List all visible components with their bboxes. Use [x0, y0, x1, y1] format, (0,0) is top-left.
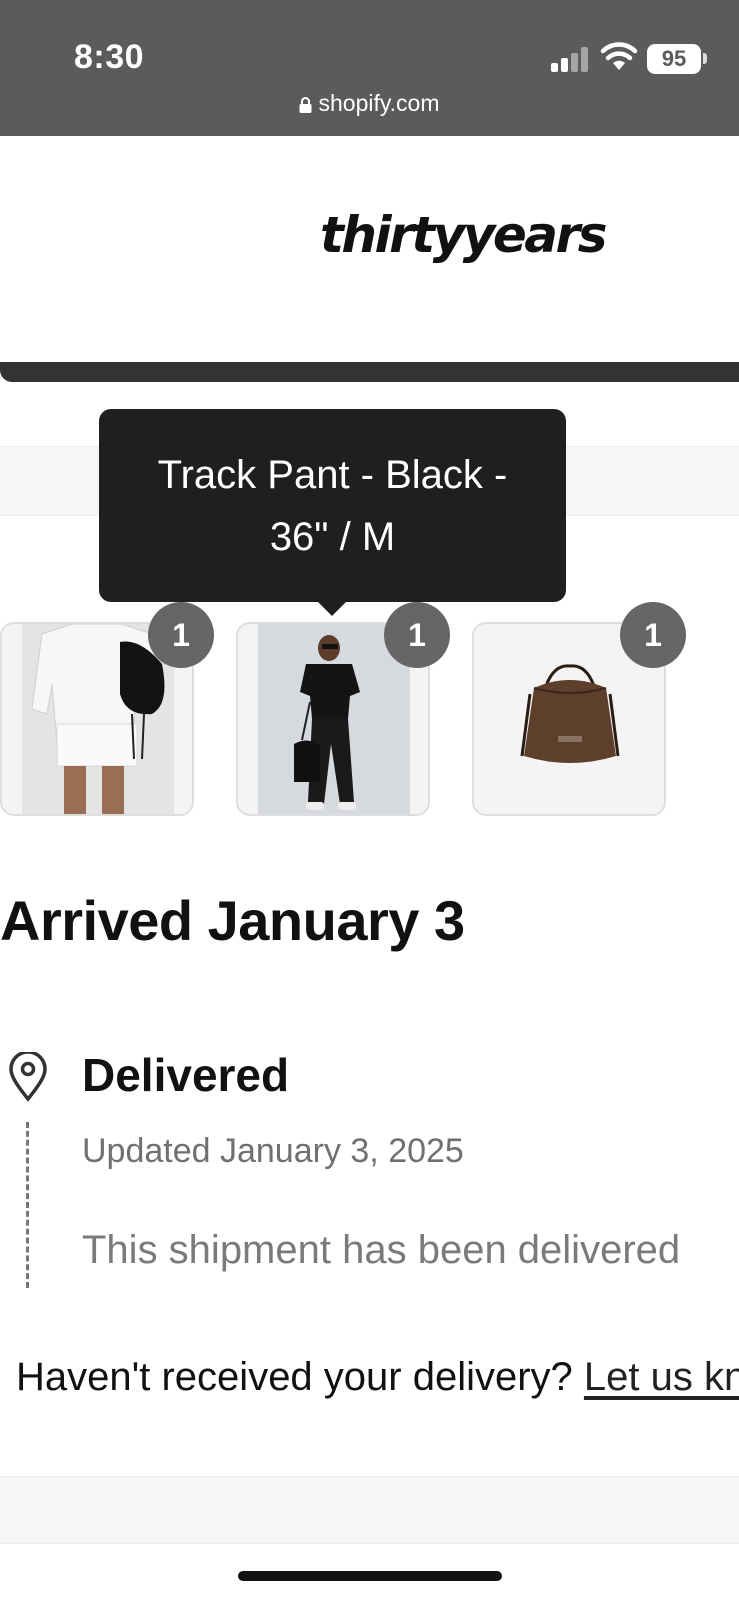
arrival-heading: Arrived January 3 [0, 889, 465, 952]
quantity-badge-2: 1 [384, 602, 450, 668]
location-pin-icon [9, 1052, 47, 1102]
help-row: Haven't received your delivery? Let us k… [16, 1355, 739, 1400]
tooltip-arrow [316, 600, 348, 616]
header-divider [0, 362, 739, 382]
timeline-dashed-line [26, 1122, 29, 1288]
status-bar: 8:30 95 shopify.com [0, 0, 739, 136]
status-message: This shipment has been delivered [82, 1228, 681, 1272]
url-bar[interactable]: shopify.com [0, 90, 739, 117]
help-prompt: Haven't received your delivery? [16, 1355, 573, 1399]
cellular-signal-icon [551, 46, 591, 72]
tooltip-line-1: Track Pant - Black - [157, 453, 508, 497]
battery-icon: 95 [647, 44, 701, 74]
lock-icon [299, 97, 312, 113]
brand-logo[interactable]: thirtyyears [320, 206, 607, 264]
quantity-badge-3: 1 [620, 602, 686, 668]
quantity-badge-1: 1 [148, 602, 214, 668]
battery-nub [703, 53, 707, 64]
product-tooltip: Track Pant - Black - 36" / M [99, 409, 566, 602]
wifi-icon [600, 42, 638, 70]
page: 8:30 95 shopify.com thirtyyears 1 1 1 Tr… [0, 0, 739, 1600]
footer-band [0, 1476, 739, 1544]
battery-level: 95 [661, 46, 687, 71]
status-time: 8:30 [74, 38, 145, 76]
tooltip-line-2: 36" / M [269, 515, 396, 559]
home-indicator[interactable] [238, 1571, 502, 1581]
let-us-know-link[interactable]: Let us know [584, 1355, 739, 1399]
url-text: shopify.com [318, 90, 440, 116]
status-updated-date: Updated January 3, 2025 [82, 1132, 464, 1170]
delivery-status: Delivered [82, 1049, 290, 1101]
